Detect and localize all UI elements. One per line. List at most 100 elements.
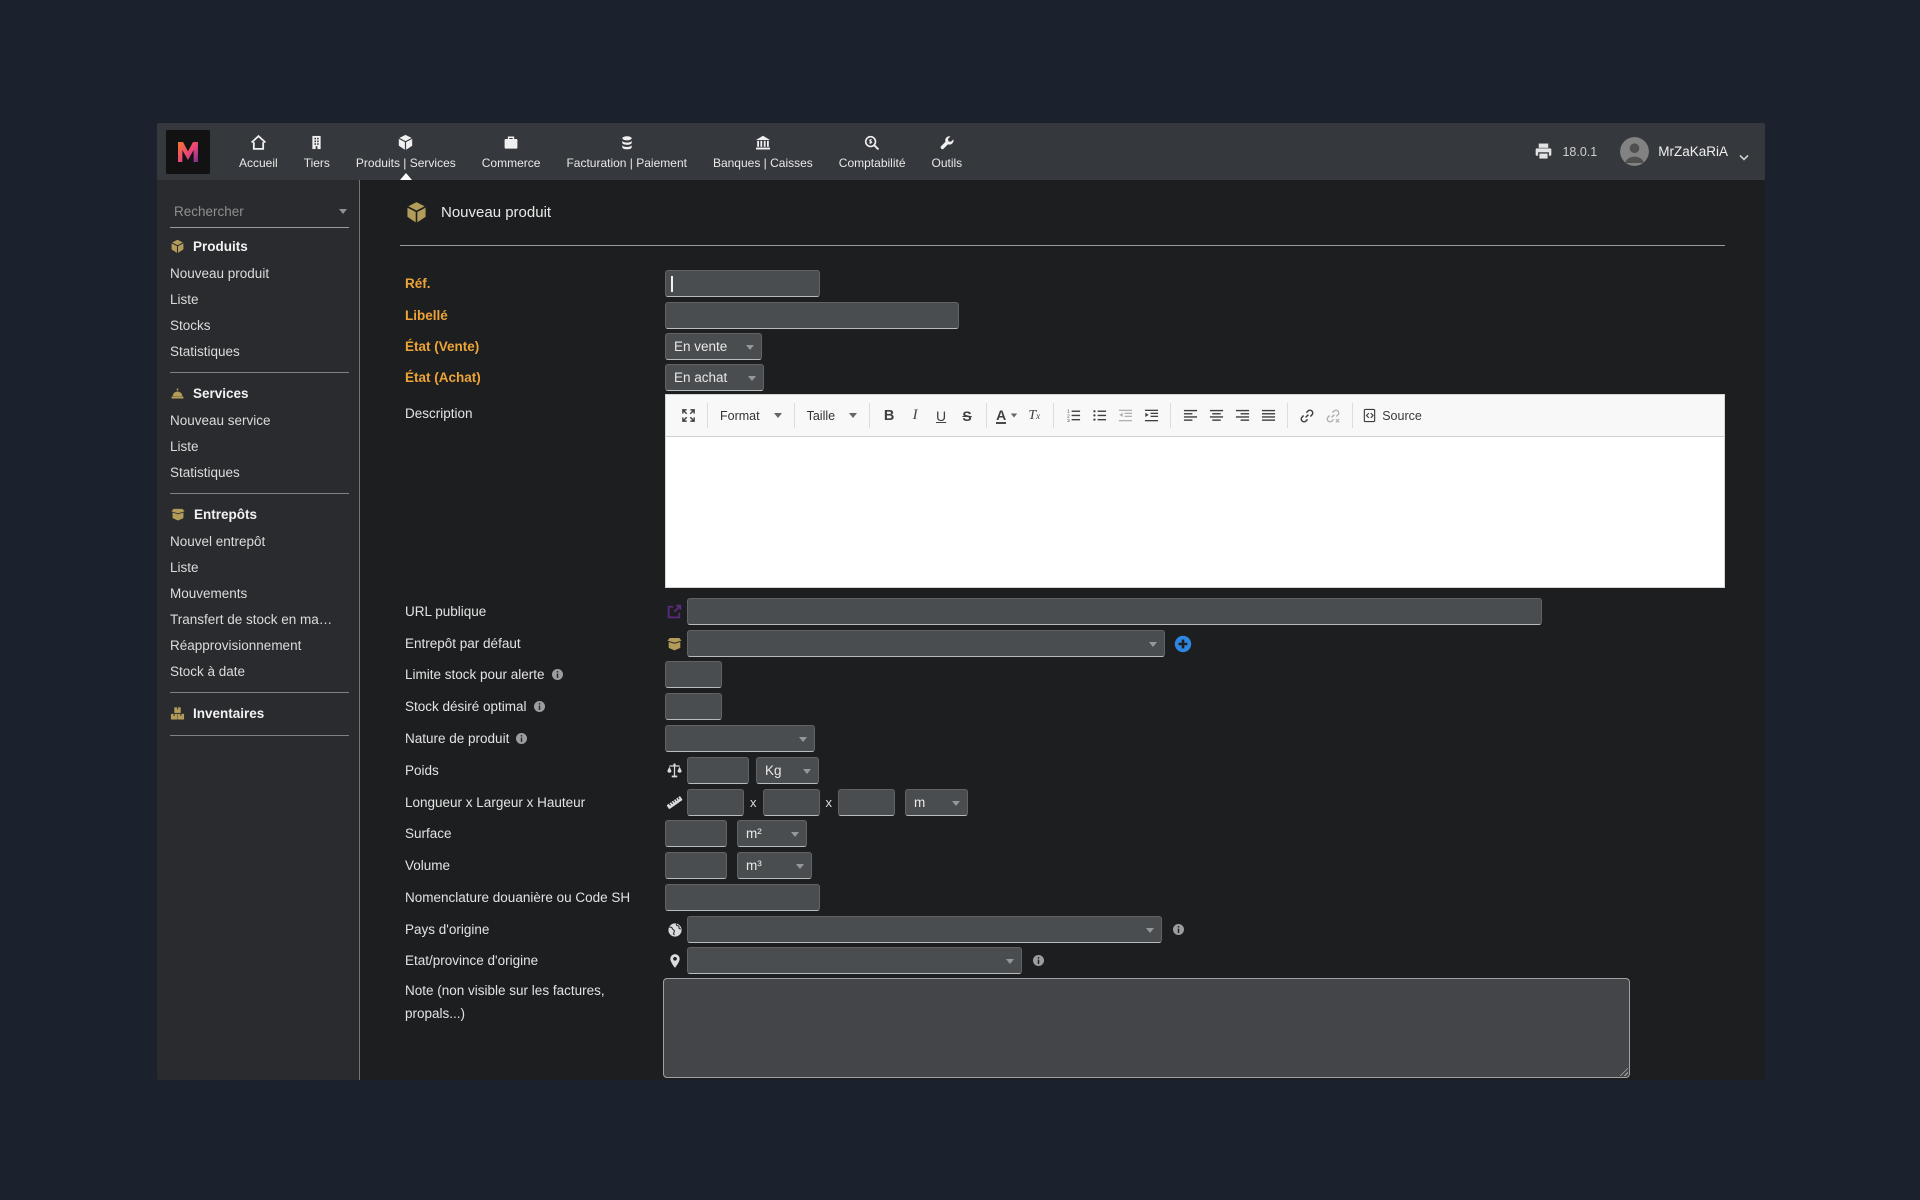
align-right-icon[interactable] [1229, 402, 1255, 430]
taille-dropdown[interactable]: Taille [801, 409, 864, 423]
sidebar-item-reapprovisionnement[interactable]: Réapprovisionnement [157, 632, 359, 658]
sidebar-item-liste-produits[interactable]: Liste [157, 286, 359, 312]
boxes-icon [170, 706, 185, 721]
align-left-icon[interactable] [1177, 402, 1203, 430]
sidebar-item-nouveau-service[interactable]: Nouveau service [157, 407, 359, 433]
remove-format-button[interactable]: Tx [1021, 402, 1047, 430]
print-icon[interactable] [1534, 142, 1553, 161]
search-dropdown-caret-icon[interactable] [339, 209, 347, 214]
poids-unit-select[interactable]: Kg [756, 757, 819, 784]
chevron-down-icon[interactable] [1739, 148, 1749, 161]
libelle-input[interactable] [665, 302, 959, 329]
poids-input[interactable] [687, 757, 749, 784]
underline-button[interactable]: U [928, 402, 954, 430]
entrepot-select[interactable] [687, 630, 1165, 657]
nav-item-tiers[interactable]: Tiers [291, 123, 343, 180]
nav-item-facturation[interactable]: Facturation | Paiement [553, 123, 700, 180]
indent-icon[interactable] [1138, 402, 1164, 430]
surface-unit-select[interactable]: m² [737, 820, 807, 847]
field-row-description: Description [405, 400, 665, 427]
volume-unit-select[interactable]: m³ [737, 852, 812, 879]
longueur-input[interactable] [687, 789, 744, 816]
ordered-list-icon[interactable]: 123 [1060, 402, 1086, 430]
info-icon[interactable] [1172, 923, 1185, 936]
maximize-icon[interactable] [675, 402, 701, 430]
limite-stock-input[interactable] [665, 661, 722, 688]
box-open-icon [170, 507, 186, 522]
dims-unit-value: m [914, 795, 926, 810]
note-textarea[interactable] [663, 978, 1630, 1078]
sidebar-item-liste-entrepots[interactable]: Liste [157, 554, 359, 580]
add-entrepot-button[interactable] [1174, 635, 1192, 653]
etat-achat-label: État (Achat) [405, 370, 481, 385]
italic-button[interactable]: I [902, 402, 928, 430]
largeur-input[interactable] [762, 789, 820, 816]
sidebar-item-stocks[interactable]: Stocks [157, 312, 359, 338]
dimensions-unit-select[interactable]: m [905, 789, 968, 816]
sidebar-section-services[interactable]: Services [157, 375, 359, 407]
link-icon[interactable] [1294, 402, 1320, 430]
limite-stock-label: Limite stock pour alerte [405, 667, 665, 682]
nature-select[interactable] [665, 725, 815, 752]
surface-unit-value: m² [746, 826, 762, 841]
sidebar-item-nouvel-entrepot[interactable]: Nouvel entrepôt [157, 528, 359, 554]
ref-input[interactable] [665, 270, 820, 297]
sidebar-section-inventaires[interactable]: Inventaires [157, 695, 359, 727]
toolbar-separator [1053, 403, 1055, 428]
sidebar-section-entrepots[interactable]: Entrepôts [157, 496, 359, 528]
unlink-icon[interactable] [1320, 402, 1346, 430]
sidebar-section-produits[interactable]: Produits [157, 228, 359, 260]
dims-separator: x [750, 795, 757, 810]
nav-item-outils[interactable]: Outils [919, 123, 976, 180]
bold-button[interactable]: B [876, 402, 902, 430]
hauteur-input[interactable] [838, 789, 895, 816]
sidebar-item-statistiques-services[interactable]: Statistiques [157, 459, 359, 485]
bullet-list-icon[interactable] [1086, 402, 1112, 430]
etat-vente-select[interactable]: En vente [665, 333, 762, 360]
info-icon[interactable] [515, 732, 528, 745]
avatar[interactable] [1620, 137, 1650, 166]
nav-item-commerce[interactable]: Commerce [469, 123, 554, 180]
globe-icon [665, 922, 684, 938]
strikethrough-button[interactable]: S [954, 402, 980, 430]
remove-format-x: x [1036, 410, 1041, 421]
etat-achat-select[interactable]: En achat [665, 364, 764, 391]
sidebar-item-stock-a-date[interactable]: Stock à date [157, 658, 359, 684]
sidebar-item-nouveau-produit[interactable]: Nouveau produit [157, 260, 359, 286]
volume-input[interactable] [665, 852, 727, 879]
username-label[interactable]: MrZaKaRiA [1658, 144, 1728, 159]
toolbar-separator [793, 403, 795, 428]
editor-content-area[interactable] [665, 437, 1725, 588]
align-center-icon[interactable] [1203, 402, 1229, 430]
sidebar-item-mouvements[interactable]: Mouvements [157, 580, 359, 606]
sidebar-item-liste-services[interactable]: Liste [157, 433, 359, 459]
entrepot-label: Entrepôt par défaut [405, 636, 521, 651]
nav-item-comptabilite[interactable]: Comptabilité [826, 123, 919, 180]
pays-select[interactable] [687, 916, 1162, 943]
text-color-a: A [996, 406, 1007, 424]
info-icon[interactable] [1032, 954, 1045, 967]
sidebar-item-transfert-stock[interactable]: Transfert de stock en ma… [157, 606, 359, 632]
app-logo[interactable] [166, 129, 210, 174]
search-input[interactable] [172, 203, 339, 220]
sidebar-item-statistiques-produits[interactable]: Statistiques [157, 338, 359, 364]
nav-item-banques[interactable]: Banques | Caisses [700, 123, 826, 180]
nav-label: Produits | Services [355, 156, 456, 170]
source-button[interactable]: Source [1359, 402, 1425, 430]
outdent-icon[interactable] [1112, 402, 1138, 430]
info-icon[interactable] [551, 668, 564, 681]
stock-optimal-input[interactable] [665, 693, 722, 720]
url-publique-input[interactable] [687, 598, 1542, 625]
field-row-entrepot: Entrepôt par défaut [405, 630, 1192, 657]
nomenclature-input[interactable] [665, 884, 820, 911]
surface-input[interactable] [665, 820, 727, 847]
home-icon [250, 133, 267, 151]
text-color-button[interactable]: A [993, 402, 1021, 430]
format-dropdown[interactable]: Format [714, 409, 788, 423]
info-icon[interactable] [533, 700, 546, 713]
nav-item-produits-services[interactable]: Produits | Services [343, 123, 469, 180]
align-justify-icon[interactable] [1255, 402, 1281, 430]
province-select[interactable] [687, 947, 1022, 974]
external-link-icon [665, 603, 684, 620]
nav-item-accueil[interactable]: Accueil [226, 123, 291, 180]
